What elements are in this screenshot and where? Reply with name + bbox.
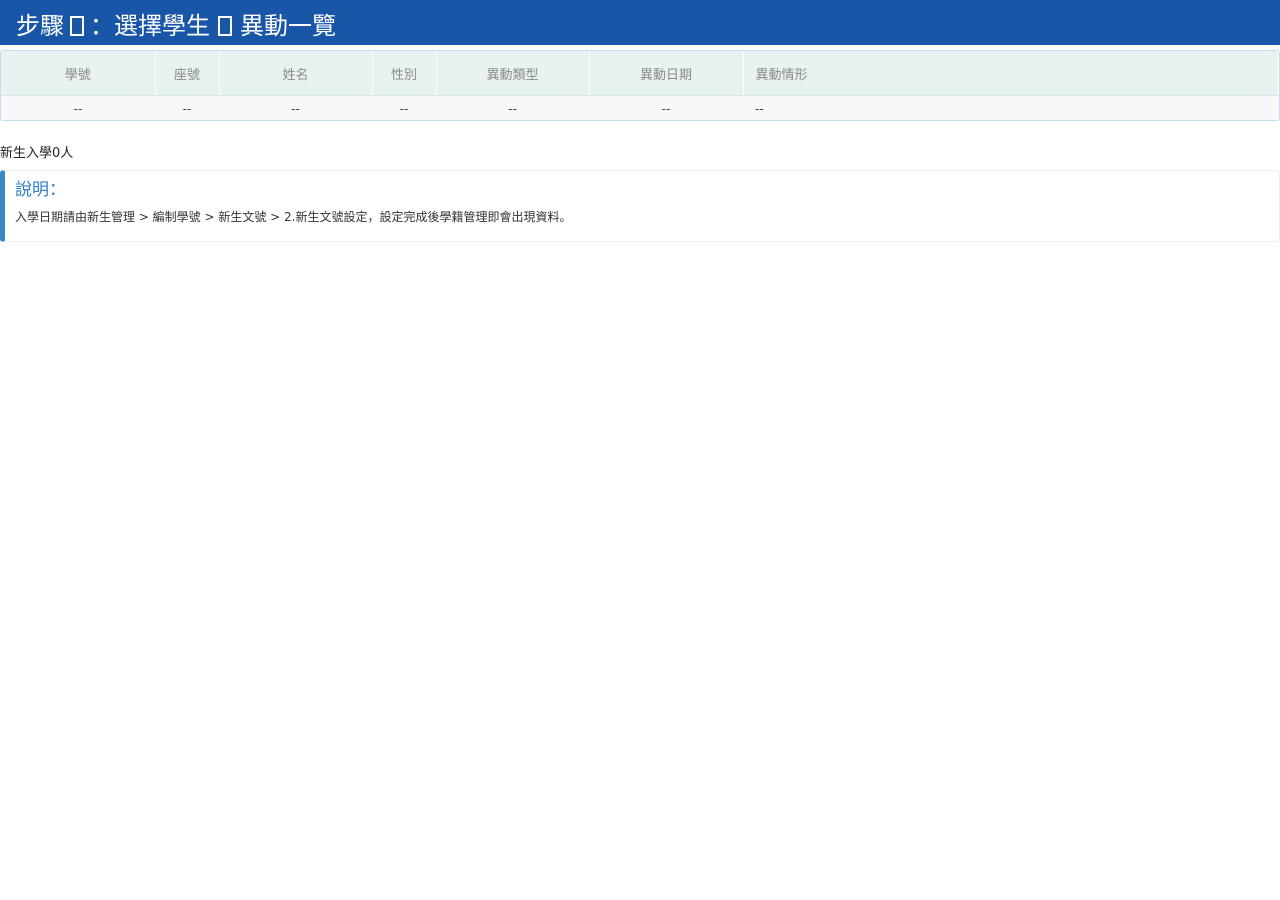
column-header-gender[interactable]: 性別 xyxy=(372,51,437,96)
cell-student-id: -- xyxy=(1,95,155,120)
column-header-change-type[interactable]: 異動類型 xyxy=(436,51,590,96)
arrow-icon xyxy=(218,16,232,36)
table-header-row: 學號 座號 姓名 性別 異動類型 異動日期 異動情形 xyxy=(1,51,1279,96)
page-title: 異動一覽 xyxy=(240,12,336,40)
step-prefix: 步驟 xyxy=(16,12,64,40)
column-header-seat-number[interactable]: 座號 xyxy=(155,51,220,96)
cell-gender: -- xyxy=(372,95,436,120)
column-header-change-status[interactable]: 異動情形 xyxy=(743,51,1279,96)
step-number-icon xyxy=(70,16,84,36)
cell-change-type: -- xyxy=(436,95,589,120)
cell-change-date: -- xyxy=(589,95,743,120)
cell-change-status: -- xyxy=(743,95,1279,120)
note-title: 說明： xyxy=(15,180,66,200)
cell-name: -- xyxy=(219,95,372,120)
step-label: ：選擇學生 xyxy=(90,12,210,40)
column-header-change-date[interactable]: 異動日期 xyxy=(589,51,744,96)
column-header-student-id[interactable]: 學號 xyxy=(1,51,156,96)
cell-seat-number: -- xyxy=(155,95,219,120)
change-list-table: 學號 座號 姓名 性別 異動類型 異動日期 異動情形 -- -- -- -- -… xyxy=(0,50,1280,121)
column-header-name[interactable]: 姓名 xyxy=(219,51,373,96)
new-student-count: 新生入學0人 xyxy=(0,146,74,161)
page-header-banner: 步驟 ：選擇學生 異動一覽 xyxy=(0,0,1280,45)
note-text: 入學日期請由新生管理 > 編制學號 > 新生文號 > 2.新生文號設定，設定完成… xyxy=(15,210,572,224)
note-callout: 說明： 入學日期請由新生管理 > 編制學號 > 新生文號 > 2.新生文號設定，… xyxy=(0,170,1280,242)
table-row: -- -- -- -- -- -- -- xyxy=(1,95,1279,120)
